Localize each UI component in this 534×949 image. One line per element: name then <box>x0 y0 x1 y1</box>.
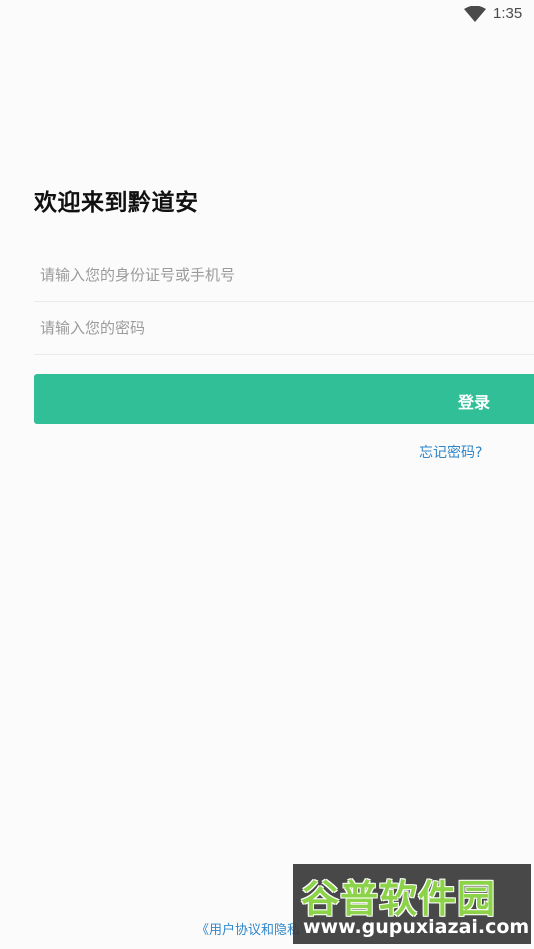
status-bar: 1:35 <box>0 0 534 30</box>
watermark-url: www.gupuxiazai.com <box>303 916 530 938</box>
watermark-brand: 谷普软件园 <box>301 877 497 921</box>
login-screen: 1:35 欢迎来到黔道安 登录 忘记密码? 《用户协议和隐私 谷普软件园 www… <box>0 0 534 949</box>
status-time: 1:35 <box>493 5 523 22</box>
forgot-password-link[interactable]: 忘记密码? <box>419 442 482 462</box>
wifi-icon <box>464 6 486 22</box>
user-agreement-link[interactable]: 《用户协议和隐私 <box>196 919 300 938</box>
password-input[interactable] <box>40 303 520 353</box>
watermark-logo: 谷普软件园 www.gupuxiazai.com <box>293 864 531 944</box>
account-input[interactable] <box>40 250 520 300</box>
login-button-label: 登录 <box>458 393 491 412</box>
login-button[interactable]: 登录 <box>34 374 534 424</box>
welcome-title: 欢迎来到黔道安 <box>34 190 199 216</box>
account-field <box>34 250 534 302</box>
password-field <box>34 303 534 355</box>
